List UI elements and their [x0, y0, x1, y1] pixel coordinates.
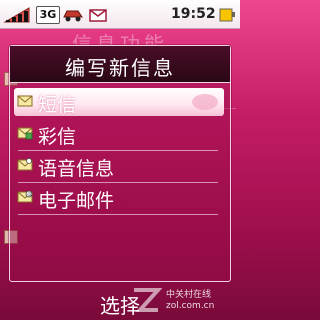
watermark-line1: 中关村在线	[166, 290, 212, 300]
voice-message-icon	[17, 158, 33, 171]
menu-divider	[18, 150, 218, 151]
menu-item-voice-message[interactable]: 语音信息	[14, 152, 224, 180]
menu-item-sms[interactable]: 短信	[14, 88, 224, 116]
popup-title: 编写新信息	[65, 56, 175, 80]
watermark-line2: zol.com.cn	[166, 301, 215, 311]
menu-item-label: 彩信	[38, 126, 77, 148]
mail-notification-icon	[89, 9, 107, 22]
menu-item-label: 电子邮件	[38, 190, 115, 212]
battery-icon	[219, 8, 235, 22]
menu-divider	[18, 214, 218, 215]
watermark-text: 中关村在线 zol.com.cn	[166, 290, 214, 312]
compose-message-popup: 编写新信息 短信 彩信 语音信息 @ 电子邮件	[9, 45, 231, 282]
status-bar: 3G 19:52	[0, 0, 240, 29]
menu-item-label: 短信	[38, 94, 77, 116]
selection-highlight-icon	[192, 94, 218, 110]
menu-item-label: 语音信息	[38, 158, 115, 180]
network-type-badge: 3G	[36, 6, 60, 24]
email-icon: @	[17, 190, 33, 203]
mms-envelope-icon	[17, 127, 33, 140]
menu-item-mms[interactable]: 彩信	[14, 120, 224, 148]
menu-item-email[interactable]: @ 电子邮件	[14, 184, 224, 212]
signal-strength-icon	[3, 7, 30, 23]
sms-envelope-icon	[17, 95, 33, 107]
svg-text:@: @	[27, 192, 32, 198]
popup-header: 编写新信息	[10, 46, 230, 83]
zol-logo-icon	[134, 288, 162, 312]
car-icon	[63, 10, 83, 22]
clock: 19:52	[171, 6, 216, 22]
menu-divider	[18, 182, 218, 183]
